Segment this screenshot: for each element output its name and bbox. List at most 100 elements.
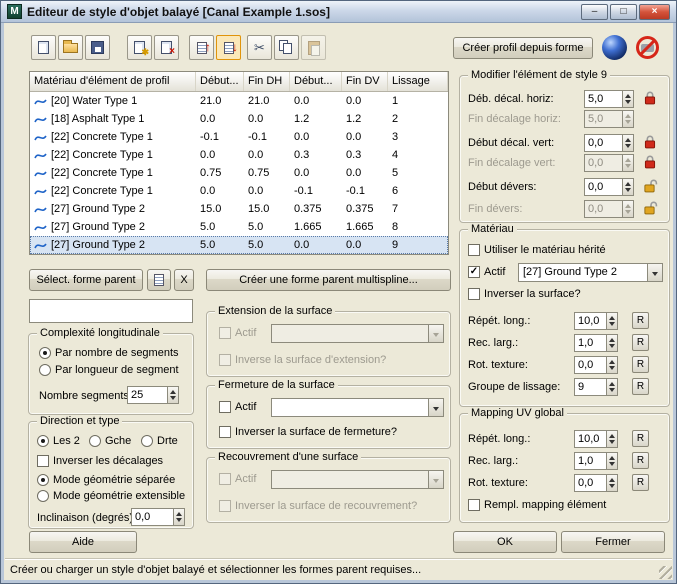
spinner-arrows-icon[interactable] [606,453,617,469]
chevron-down-icon[interactable] [428,399,443,416]
spinner-field[interactable] [575,357,606,373]
parent-shape-name-field[interactable] [29,299,193,323]
segment-count-spinner[interactable] [127,386,179,404]
ok-button[interactable]: OK [453,531,557,553]
spinner-field[interactable] [132,509,173,525]
invert-overlay-checkbox[interactable]: Inverser la surface de recouvrement? [219,500,417,512]
spinner-arrows-icon[interactable] [606,335,617,351]
header-fin-dh[interactable]: Fin DH [244,72,290,91]
end-offset-vert-spinner[interactable] [584,154,634,172]
header-lissage[interactable]: Lissage [388,72,448,91]
lock-closed-icon[interactable] [644,135,658,149]
inclination-spinner[interactable] [131,508,185,526]
material-combo[interactable]: [27] Ground Type 2 [518,263,663,282]
invert-closure-checkbox[interactable]: Inverser la surface de fermeture? [219,426,397,438]
clear-parent-shape-button[interactable]: X [174,269,194,291]
invert-surface-checkbox[interactable]: Inverser la surface? [468,288,581,300]
smoothing-group-spinner[interactable] [574,378,618,396]
reset-repeat-long-button[interactable]: R [632,312,649,329]
reset-uv-rot-texture-button[interactable]: R [632,474,649,491]
select-parent-shape-button[interactable]: Sélect. forme parent [29,269,143,291]
new-style-button[interactable] [31,35,56,60]
move-element-down-button[interactable]: ↓ [216,35,241,60]
create-profile-from-shape-button[interactable]: Créer profil depuis forme [453,37,593,59]
spinner-field[interactable] [585,111,622,127]
start-camber-spinner[interactable] [584,178,634,196]
create-multispline-parent-button[interactable]: Créer une forme parent multispline... [206,269,451,291]
spinner-field[interactable] [575,335,606,351]
spinner-arrows-icon[interactable] [606,379,617,395]
radio-both[interactable]: Les 2 [37,435,80,447]
spinner-arrows-icon[interactable] [606,357,617,373]
lock-closed-icon[interactable] [644,91,658,105]
extension-active-checkbox[interactable]: Actif [219,327,256,339]
reset-smoothing-group-button[interactable]: R [632,378,649,395]
radio-by-segment-length[interactable]: Par longueur de segment [39,364,179,376]
reset-rot-texture-button[interactable]: R [632,356,649,373]
spinner-arrows-icon[interactable] [606,431,617,447]
new-element-button[interactable]: ✱ [127,35,152,60]
rec-width-spinner[interactable] [574,334,618,352]
reset-uv-repeat-button[interactable]: R [632,430,649,447]
spinner-arrows-icon[interactable] [167,387,178,403]
overlay-active-checkbox[interactable]: Actif [219,473,256,485]
resize-grip[interactable] [659,566,672,579]
radio-extensible-geometry[interactable]: Mode géométrie extensible [37,490,185,502]
spinner-arrows-icon[interactable] [622,179,633,195]
table-row[interactable]: [20] Water Type 1 21.0 21.0 0.0 0.0 1 [30,92,448,110]
profile-elements-table[interactable]: Matériau d'élément de profil Début... Fi… [29,71,449,255]
radio-right[interactable]: Drte [141,435,178,447]
spinner-arrows-icon[interactable] [622,91,633,107]
pick-parent-shape-button[interactable] [147,269,171,291]
start-offset-vert-spinner[interactable] [584,134,634,152]
reset-rec-width-button[interactable]: R [632,334,649,351]
uv-repeat-long-spinner[interactable] [574,430,618,448]
spinner-field[interactable] [575,379,606,395]
spinner-field[interactable] [575,313,606,329]
paste-button[interactable] [301,35,326,60]
uv-rot-texture-spinner[interactable] [574,474,618,492]
repeat-long-spinner[interactable] [574,312,618,330]
spinner-field[interactable] [585,201,622,217]
material-active-checkbox[interactable]: Actif [468,266,505,278]
help-button[interactable]: Aide [29,531,137,553]
spinner-field[interactable] [585,155,622,171]
table-row[interactable]: [27] Ground Type 2 15.0 15.0 0.375 0.375… [30,200,448,218]
use-inherited-material-checkbox[interactable]: Utiliser le matériau hérité [468,244,606,256]
spinner-field[interactable] [585,135,622,151]
spinner-arrows-icon[interactable] [622,135,633,151]
rot-texture-spinner[interactable] [574,356,618,374]
cut-button[interactable]: ✂ [247,35,272,60]
lock-open-icon[interactable] [644,179,658,193]
header-material[interactable]: Matériau d'élément de profil [30,72,196,91]
spinner-field[interactable] [575,453,606,469]
close-dialog-button[interactable]: Fermer [561,531,665,553]
table-row[interactable]: [27] Ground Type 2 5.0 5.0 1.665 1.665 8 [30,218,448,236]
save-style-button[interactable] [85,35,110,60]
spinner-field[interactable] [585,179,622,195]
radio-by-segment-count[interactable]: Par nombre de segments [39,347,179,359]
spinner-field[interactable] [575,431,606,447]
header-deb-dv[interactable]: Début... [290,72,342,91]
chevron-down-icon[interactable] [428,325,443,342]
overlay-surface-combo[interactable] [271,470,444,489]
extension-surface-combo[interactable] [271,324,444,343]
maximize-button[interactable]: □ [610,4,637,20]
material-sphere-icon[interactable] [602,35,627,60]
spinner-arrows-icon[interactable] [606,313,617,329]
move-element-up-button[interactable]: ↑ [189,35,214,60]
end-offset-horiz-spinner[interactable] [584,110,634,128]
lock-open-icon[interactable] [644,201,658,215]
start-offset-horiz-spinner[interactable] [584,90,634,108]
spinner-arrows-icon[interactable] [622,111,633,127]
title-bar[interactable]: M Editeur de style d'objet balayé [Canal… [1,1,676,23]
delete-element-button[interactable]: × [154,35,179,60]
close-button[interactable]: × [639,4,670,20]
open-style-button[interactable] [58,35,83,60]
header-fin-dv[interactable]: Fin DV [342,72,388,91]
invert-offsets-checkbox[interactable]: Inverser les décalages [37,455,163,467]
spinner-arrows-icon[interactable] [173,509,184,525]
table-row[interactable]: [22] Concrete Type 1 0.75 0.75 0.0 0.0 5 [30,164,448,182]
replace-element-mapping-checkbox[interactable]: Rempl. mapping élément [468,499,606,511]
lock-closed-icon[interactable] [644,155,658,169]
